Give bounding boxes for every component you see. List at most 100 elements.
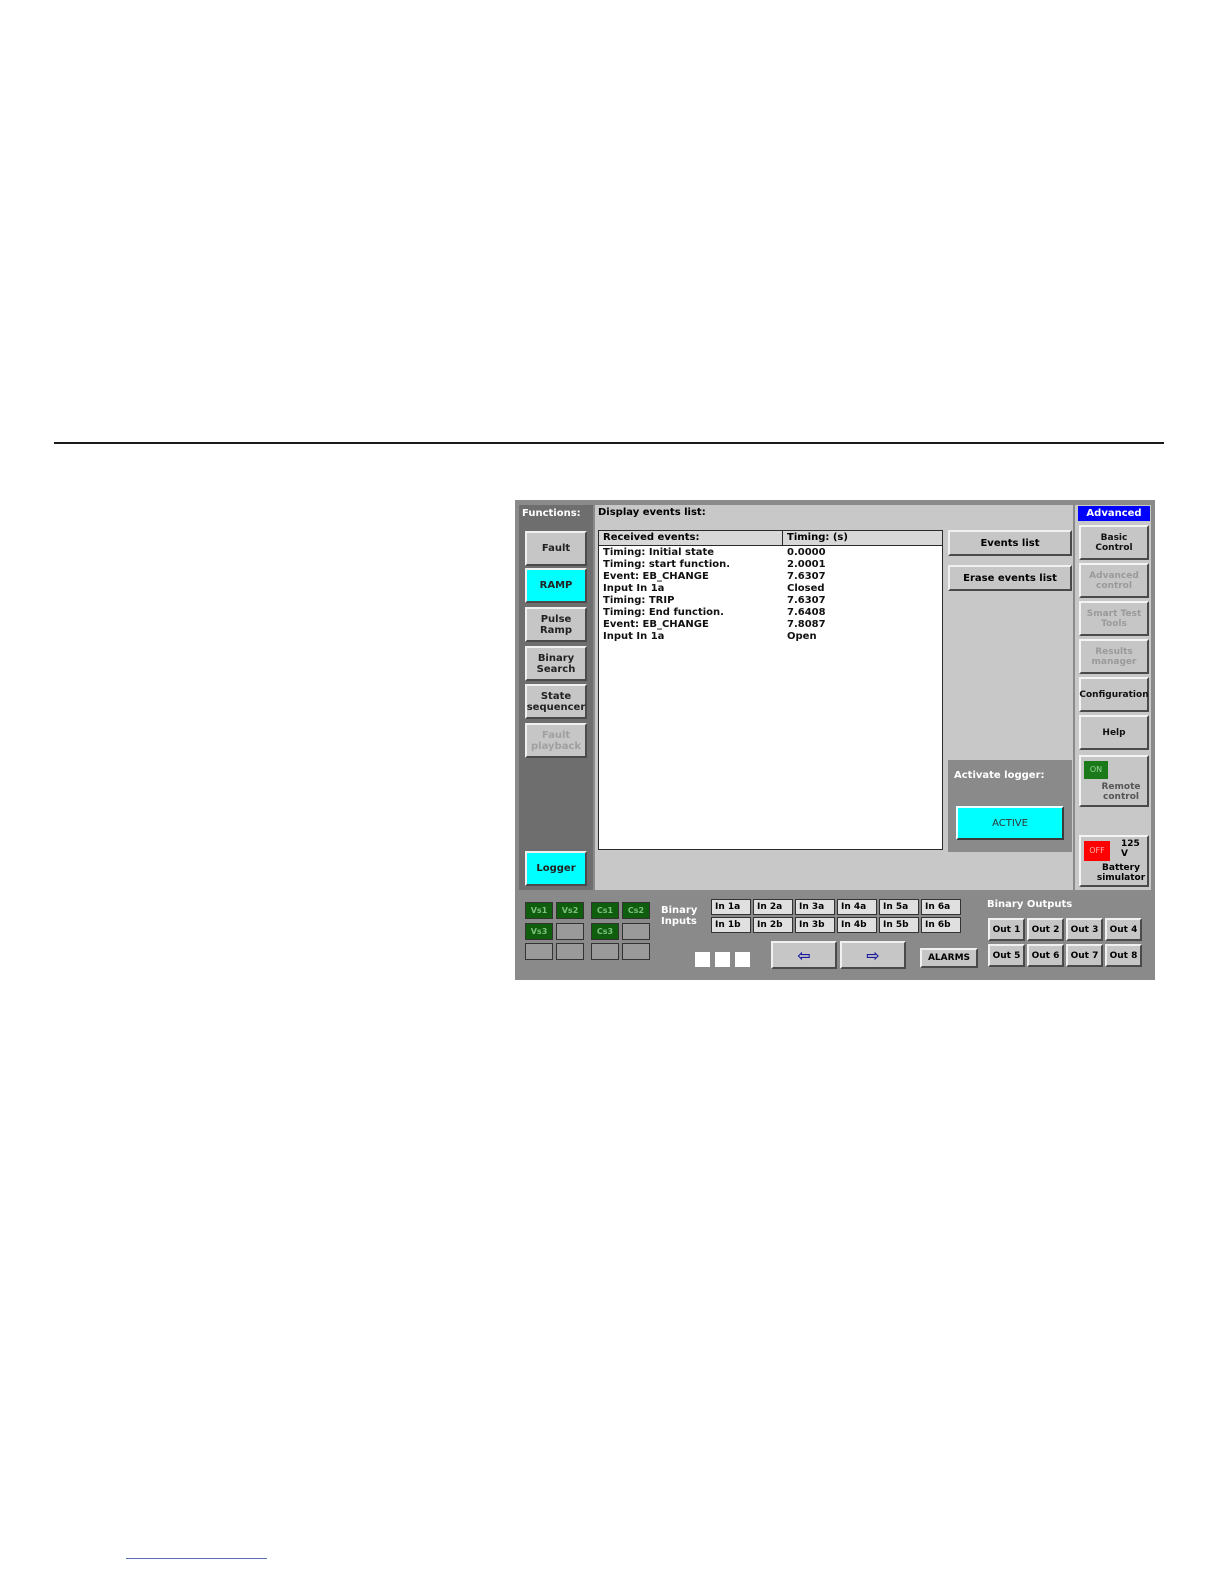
function-button[interactable]: Pulse Ramp: [525, 607, 587, 642]
events-table-header: Received events: Timing: (s): [599, 531, 942, 546]
status-lamp: [622, 943, 650, 960]
battery-simulator-button[interactable]: OFF 125 V Battery simulator: [1079, 835, 1149, 887]
functions-title: Functions:: [522, 508, 581, 519]
binary-output-button[interactable]: Out 6: [1027, 944, 1064, 967]
event-timing: 0.0000: [787, 547, 826, 558]
event-timing: 7.6408: [787, 607, 826, 618]
activate-logger-panel: Activate logger: ACTIVE: [948, 760, 1072, 852]
status-lamp: Cs2: [622, 902, 650, 919]
top-rule: [54, 442, 1164, 444]
event-row: Event: EB_CHANGE 7.8087: [599, 619, 942, 631]
event-name: Timing: TRIP: [603, 595, 675, 606]
event-name: Event: EB_CHANGE: [603, 571, 709, 582]
function-button[interactable]: State sequencer: [525, 684, 587, 719]
battery-off-indicator: OFF: [1084, 841, 1110, 861]
binary-input: In 3b: [795, 917, 835, 933]
function-button[interactable]: RAMP: [525, 568, 587, 603]
next-button[interactable]: ⇨: [840, 941, 906, 969]
erase-events-list-button[interactable]: Erase events list: [948, 565, 1072, 591]
status-lamp: Vs2: [556, 902, 584, 919]
indicator-square: [735, 952, 750, 967]
indicator-square: [695, 952, 710, 967]
status-lamp: [591, 943, 619, 960]
events-table[interactable]: Received events: Timing: (s) Timing: Ini…: [598, 530, 943, 850]
binary-output-button[interactable]: Out 2: [1027, 918, 1064, 941]
binary-inputs-label: Binary Inputs: [661, 905, 698, 927]
events-list-button[interactable]: Events list: [948, 530, 1072, 556]
status-lamp: Cs3: [591, 923, 619, 940]
col-timing: Timing: (s): [787, 532, 848, 543]
binary-input: In 3a: [795, 899, 835, 915]
battery-voltage: 125 V: [1121, 839, 1140, 859]
event-name: Timing: start function.: [603, 559, 731, 570]
status-lamp: Vs1: [525, 902, 553, 919]
binary-input: In 2a: [753, 899, 793, 915]
binary-input: In 6a: [921, 899, 961, 915]
event-row: Timing: Initial state 0.0000: [599, 547, 942, 559]
event-row: Event: EB_CHANGE 7.6307: [599, 571, 942, 583]
alarms-button[interactable]: ALARMS: [920, 948, 978, 968]
event-name: Timing: End function.: [603, 607, 724, 618]
left-arrow-icon: ⇦: [797, 945, 811, 965]
event-timing: 7.8087: [787, 619, 826, 630]
binary-output-button[interactable]: Out 8: [1105, 944, 1142, 967]
binary-output-button[interactable]: Out 1: [988, 918, 1025, 941]
status-lamp: Cs1: [591, 902, 619, 919]
remote-on-indicator: ON: [1084, 761, 1108, 779]
display-title: Display events list:: [598, 507, 706, 518]
mode-button[interactable]: Basic Control: [1079, 525, 1149, 560]
status-lamp: [525, 943, 553, 960]
event-row: Timing: TRIP 7.6307: [599, 595, 942, 607]
logger-active-button[interactable]: ACTIVE: [956, 806, 1064, 840]
binary-output-button[interactable]: Out 4: [1105, 918, 1142, 941]
status-lamp: [556, 943, 584, 960]
event-timing: 2.0001: [787, 559, 826, 570]
mode-button[interactable]: Configuration: [1079, 677, 1149, 712]
binary-output-button[interactable]: Out 5: [988, 944, 1025, 967]
activate-logger-label: Activate logger:: [954, 770, 1045, 781]
event-timing: Closed: [787, 583, 825, 594]
right-arrow-icon: ⇨: [866, 945, 880, 965]
footer-rule: [126, 1558, 267, 1559]
event-timing: 7.6307: [787, 571, 826, 582]
binary-input: In 5b: [879, 917, 919, 933]
event-row: Input In 1a Closed: [599, 583, 942, 595]
event-name: Input In 1a: [603, 631, 665, 642]
battery-simulator-label: Battery simulator: [1096, 863, 1146, 883]
event-row: Input In 1a Open: [599, 631, 942, 643]
col-received-events: Received events:: [599, 531, 783, 546]
logger-button[interactable]: Logger: [525, 851, 587, 886]
function-button[interactable]: Fault: [525, 531, 587, 566]
status-lamp: Vs3: [525, 923, 553, 940]
binary-input: In 1a: [711, 899, 751, 915]
event-row: Timing: start function. 2.0001: [599, 559, 942, 571]
functions-panel: Functions: Fault RAMP Pulse Ramp Binary Sea…: [519, 505, 593, 890]
mode-button[interactable]: Advanced control: [1079, 563, 1149, 598]
indicator-square: [715, 952, 730, 967]
remote-control-button[interactable]: ON Remote control: [1079, 755, 1149, 807]
binary-input: In 5a: [879, 899, 919, 915]
binary-output-button[interactable]: Out 3: [1066, 918, 1103, 941]
function-button[interactable]: Fault playback: [525, 723, 587, 758]
event-timing: Open: [787, 631, 817, 642]
binary-outputs-label: Binary Outputs: [987, 899, 1073, 910]
event-name: Input In 1a: [603, 583, 665, 594]
events-display: Display events list: Received events: Ti…: [595, 505, 1073, 890]
mode-button[interactable]: Smart Test Tools: [1079, 601, 1149, 636]
function-button[interactable]: Binary Search: [525, 646, 587, 681]
binary-input: In 2b: [753, 917, 793, 933]
remote-control-label: Remote control: [1101, 782, 1141, 802]
binary-input: In 4b: [837, 917, 877, 933]
mode-button[interactable]: Results manager: [1079, 639, 1149, 674]
test-set-screen: Functions: Fault RAMP Pulse Ramp Binary Sea…: [515, 500, 1155, 980]
previous-button[interactable]: ⇦: [771, 941, 837, 969]
mode-title: Advanced: [1078, 506, 1150, 521]
event-name: Timing: Initial state: [603, 547, 715, 558]
event-timing: 7.6307: [787, 595, 826, 606]
status-lamp: [556, 923, 584, 940]
binary-output-button[interactable]: Out 7: [1066, 944, 1103, 967]
mode-button[interactable]: Help: [1079, 715, 1149, 750]
event-row: Timing: End function. 7.6408: [599, 607, 942, 619]
status-lamp: [622, 923, 650, 940]
binary-input: In 4a: [837, 899, 877, 915]
